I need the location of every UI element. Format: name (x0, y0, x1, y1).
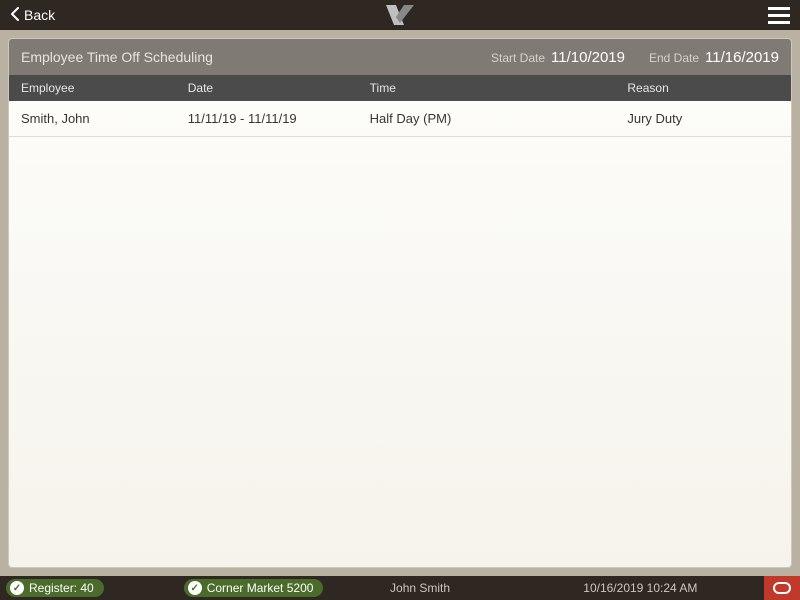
cell-time: Half Day (PM) (370, 111, 628, 126)
status-center: John Smith 10/16/2019 10:24 AM (323, 581, 764, 595)
end-date: End Date 11/16/2019 (649, 49, 779, 66)
top-bar: Back (0, 0, 800, 30)
back-button[interactable]: Back (0, 0, 65, 30)
check-icon: ✓ (10, 581, 24, 595)
content-area: Employee Time Off Scheduling Start Date … (0, 30, 800, 576)
panel: Employee Time Off Scheduling Start Date … (8, 38, 792, 568)
cell-date: 11/11/19 - 11/11/19 (188, 111, 370, 126)
start-date: Start Date 11/10/2019 (491, 49, 625, 66)
register-status-label: Register: 40 (29, 581, 94, 595)
panel-title: Employee Time Off Scheduling (21, 49, 483, 65)
check-icon: ✓ (188, 581, 202, 595)
store-status-pill[interactable]: ✓ Corner Market 5200 (184, 579, 324, 597)
status-bar: ✓ Register: 40 ✓ Corner Market 5200 John… (0, 576, 800, 600)
cell-reason: Jury Duty (627, 111, 779, 126)
end-date-label: End Date (649, 51, 699, 65)
brand-indicator[interactable] (764, 576, 800, 600)
oracle-o-icon (773, 582, 791, 594)
panel-header: Employee Time Off Scheduling Start Date … (9, 39, 791, 75)
table-body: Smith, John11/11/19 - 11/11/19Half Day (… (9, 101, 791, 567)
cell-employee: Smith, John (21, 111, 188, 126)
chevron-left-icon (10, 7, 20, 24)
table-row[interactable]: Smith, John11/11/19 - 11/11/19Half Day (… (9, 101, 791, 137)
col-header-date: Date (188, 81, 370, 95)
col-header-reason: Reason (627, 81, 779, 95)
start-date-label: Start Date (491, 51, 545, 65)
back-label: Back (24, 7, 55, 23)
table-header-row: Employee Date Time Reason (9, 75, 791, 101)
col-header-time: Time (370, 81, 628, 95)
menu-button[interactable] (758, 7, 800, 24)
start-date-value: 11/10/2019 (551, 49, 625, 66)
store-status-label: Corner Market 5200 (207, 581, 314, 595)
date-range: Start Date 11/10/2019 End Date 11/16/201… (491, 49, 779, 66)
status-user: John Smith (390, 581, 450, 595)
register-status-pill[interactable]: ✓ Register: 40 (6, 579, 104, 597)
col-header-employee: Employee (21, 81, 188, 95)
end-date-value: 11/16/2019 (705, 49, 779, 66)
app-logo-icon (386, 5, 414, 25)
status-datetime: 10/16/2019 10:24 AM (583, 581, 697, 595)
